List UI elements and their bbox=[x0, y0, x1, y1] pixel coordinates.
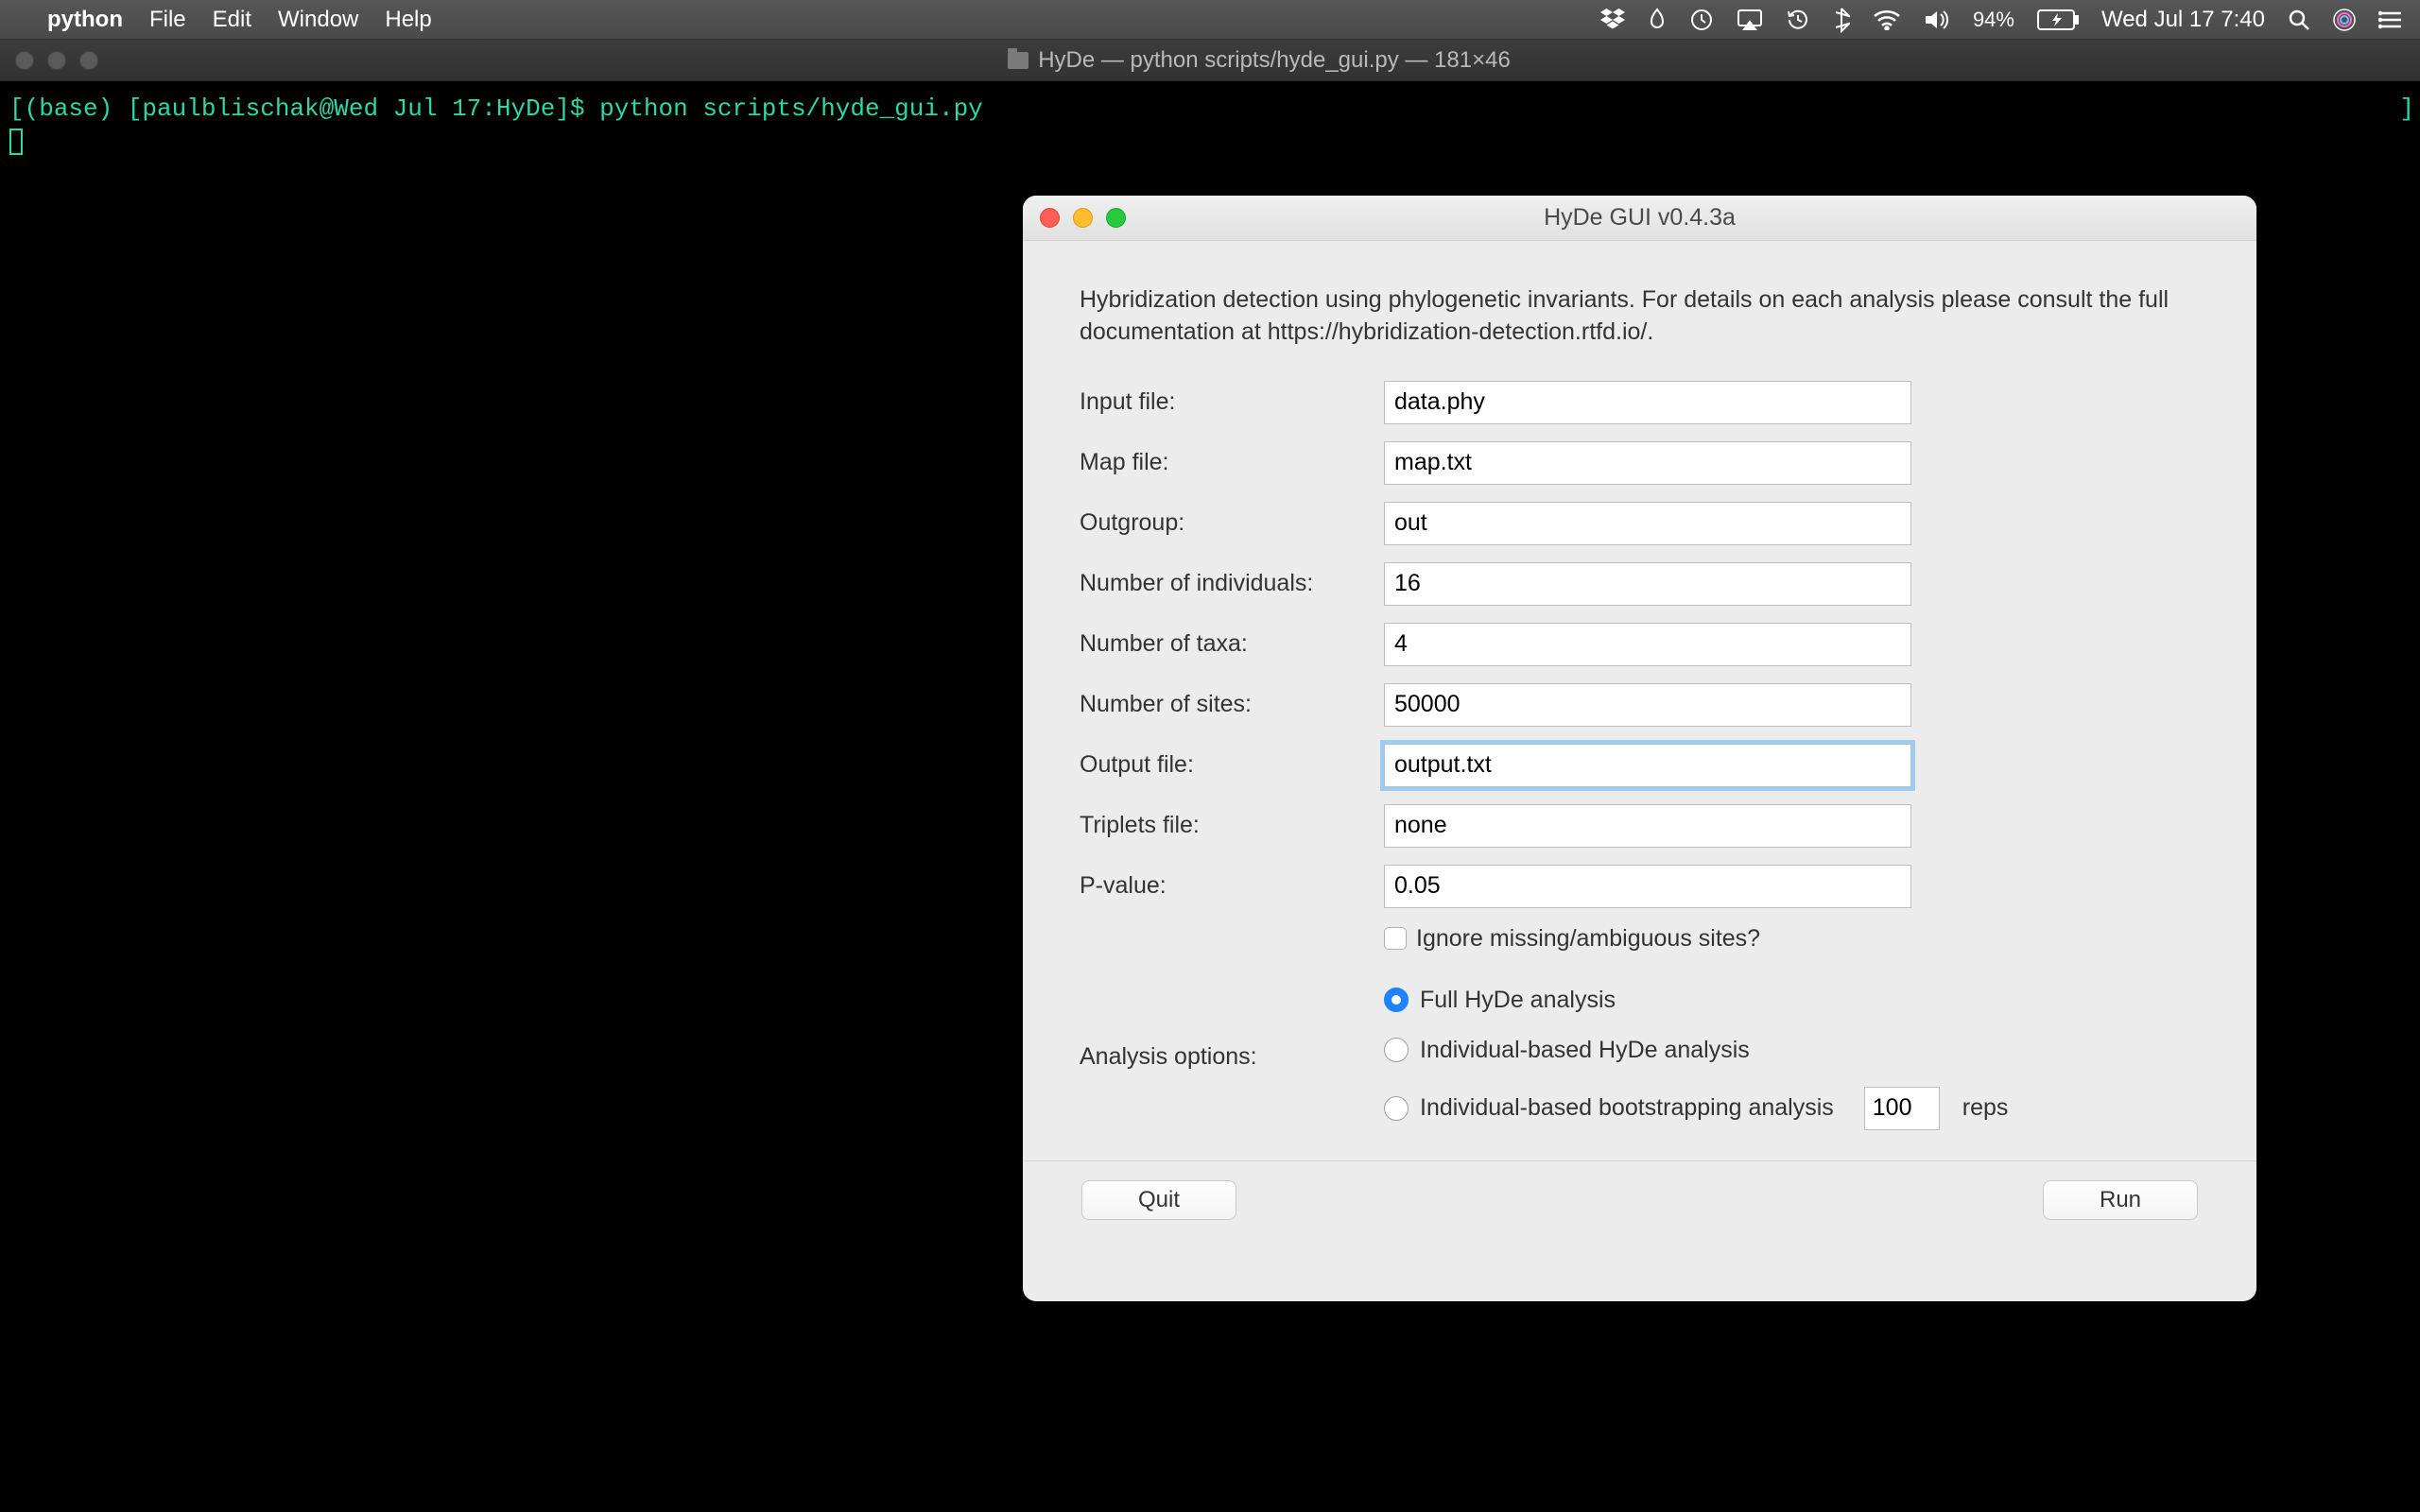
siri-icon[interactable] bbox=[2333, 9, 2356, 31]
menubar-clock[interactable]: Wed Jul 17 7:40 bbox=[2101, 7, 2265, 33]
num-taxa-field[interactable] bbox=[1384, 623, 1911, 666]
terminal-command: python scripts/hyde_gui.py bbox=[599, 94, 983, 123]
menubar-file[interactable]: File bbox=[149, 7, 186, 33]
macos-menubar: python File Edit Window Help 94% bbox=[0, 0, 2420, 40]
map-file-field[interactable] bbox=[1384, 441, 1911, 485]
radio-bootstrap[interactable] bbox=[1384, 1096, 1409, 1121]
run-button[interactable]: Run bbox=[2043, 1180, 2198, 1220]
input-file-field[interactable] bbox=[1384, 381, 1911, 424]
label-input-file: Input file: bbox=[1080, 388, 1373, 416]
battery-charging-icon[interactable] bbox=[2037, 9, 2079, 30]
notification-center-icon[interactable] bbox=[2378, 9, 2403, 30]
label-triplets-file: Triplets file: bbox=[1080, 812, 1373, 839]
terminal-cursor bbox=[9, 129, 23, 155]
output-file-field[interactable] bbox=[1384, 744, 1911, 787]
gui-intro-text: Hybridization detection using phylogenet… bbox=[1080, 284, 2200, 349]
label-num-taxa: Number of taxa: bbox=[1080, 630, 1373, 658]
backblaze-icon[interactable] bbox=[1648, 8, 1667, 32]
menubar-help[interactable]: Help bbox=[385, 7, 431, 33]
label-analysis-options: Analysis options: bbox=[1080, 1043, 1373, 1071]
wifi-icon[interactable] bbox=[1873, 9, 1901, 30]
gui-titlebar[interactable]: HyDe GUI v0.4.3a bbox=[1023, 196, 2256, 241]
airplay-icon[interactable] bbox=[1737, 9, 1763, 31]
gui-window-title: HyDe GUI v0.4.3a bbox=[1023, 204, 2256, 232]
spotlight-icon[interactable] bbox=[2288, 9, 2310, 31]
bootstrap-reps-field[interactable] bbox=[1864, 1087, 1940, 1130]
divider bbox=[1023, 1160, 2256, 1161]
label-num-sites: Number of sites: bbox=[1080, 691, 1373, 718]
menubar-edit[interactable]: Edit bbox=[213, 7, 251, 33]
pvalue-field[interactable] bbox=[1384, 865, 1911, 908]
radio-individual-hyde[interactable] bbox=[1384, 1038, 1409, 1062]
terminal-minimize-button[interactable] bbox=[47, 51, 66, 70]
num-sites-field[interactable] bbox=[1384, 683, 1911, 727]
ignore-missing-checkbox[interactable] bbox=[1384, 927, 1407, 950]
timemachine-icon[interactable] bbox=[1689, 8, 1714, 32]
terminal-prompt: (base) [paulblischak@Wed Jul 17:HyDe]$ bbox=[25, 94, 600, 123]
menubar-app-name[interactable]: python bbox=[47, 7, 123, 33]
radio-full-hyde-label: Full HyDe analysis bbox=[1420, 987, 1616, 1014]
volume-icon[interactable] bbox=[1924, 9, 1950, 31]
terminal-titlebar: HyDe — python scripts/hyde_gui.py — 181×… bbox=[0, 40, 2420, 81]
radio-bootstrap-label: Individual-based bootstrapping analysis bbox=[1420, 1094, 1834, 1122]
bootstrap-reps-suffix: reps bbox=[1962, 1094, 2009, 1122]
hyde-gui-window: HyDe GUI v0.4.3a Hybridization detection… bbox=[1023, 196, 2256, 1301]
label-num-individuals: Number of individuals: bbox=[1080, 570, 1373, 597]
dropbox-icon[interactable] bbox=[1600, 9, 1625, 31]
radio-full-hyde[interactable] bbox=[1384, 988, 1409, 1012]
ignore-missing-label: Ignore missing/ambiguous sites? bbox=[1416, 925, 1760, 953]
bluetooth-icon[interactable] bbox=[1833, 7, 1850, 33]
folder-icon bbox=[1008, 52, 1028, 69]
terminal-close-button[interactable] bbox=[15, 51, 34, 70]
outgroup-field[interactable] bbox=[1384, 502, 1911, 545]
label-outgroup: Outgroup: bbox=[1080, 509, 1373, 537]
triplets-file-field[interactable] bbox=[1384, 804, 1911, 848]
quit-button[interactable]: Quit bbox=[1081, 1180, 1236, 1220]
battery-percent: 94% bbox=[1973, 8, 2014, 32]
history-icon[interactable] bbox=[1786, 8, 1810, 32]
radio-individual-hyde-label: Individual-based HyDe analysis bbox=[1420, 1037, 1750, 1064]
num-individuals-field[interactable] bbox=[1384, 562, 1911, 606]
terminal-window-title: HyDe — python scripts/hyde_gui.py — 181×… bbox=[1038, 47, 1511, 74]
label-output-file: Output file: bbox=[1080, 751, 1373, 779]
menubar-window[interactable]: Window bbox=[278, 7, 358, 33]
label-pvalue: P-value: bbox=[1080, 872, 1373, 900]
label-map-file: Map file: bbox=[1080, 449, 1373, 476]
terminal-zoom-button[interactable] bbox=[79, 51, 98, 70]
